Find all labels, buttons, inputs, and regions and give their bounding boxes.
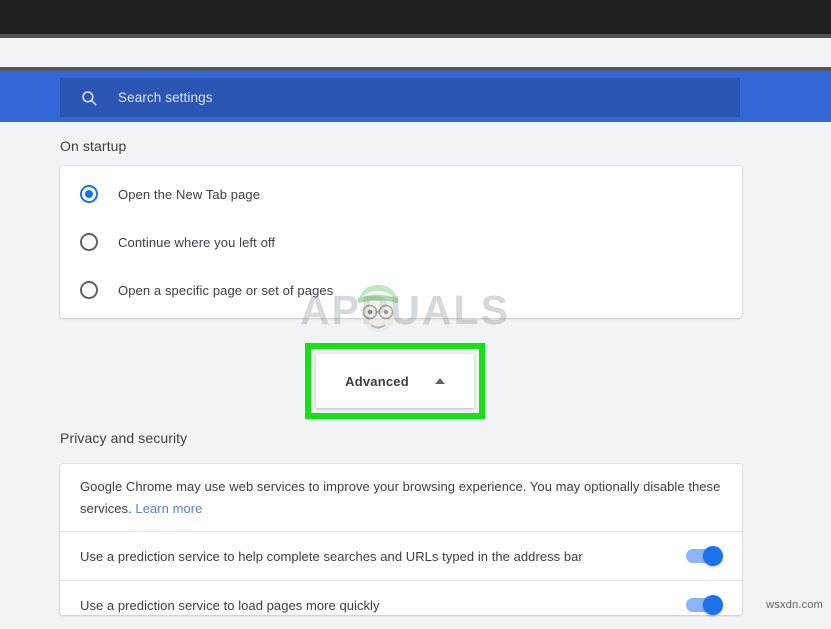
- learn-more-link[interactable]: Learn more: [135, 501, 202, 516]
- section-title-privacy-and-security: Privacy and security: [60, 430, 188, 446]
- advanced-button[interactable]: Advanced: [316, 354, 474, 408]
- search-settings-box[interactable]: Search settings: [60, 78, 740, 117]
- toggle-row-prediction-load-pages[interactable]: Use a prediction service to load pages m…: [60, 581, 742, 629]
- toggle-knob: [703, 595, 723, 615]
- advanced-button-label: Advanced: [345, 373, 409, 389]
- search-input-placeholder[interactable]: Search settings: [118, 90, 213, 105]
- browser-title-bar: [0, 0, 831, 34]
- toggle-knob: [703, 546, 723, 566]
- radio-button-specific-page[interactable]: [80, 281, 98, 299]
- radio-row-continue[interactable]: Continue where you left off: [60, 218, 742, 266]
- chevron-up-icon: [434, 378, 445, 384]
- toggle-switch-prediction-load-pages[interactable]: [686, 595, 723, 615]
- toggle-switch-prediction-address-bar[interactable]: [686, 546, 723, 566]
- privacy-intro-text: Google Chrome may use web services to im…: [80, 476, 722, 520]
- search-icon: [80, 89, 98, 107]
- toggle-label-prediction-address-bar: Use a prediction service to help complet…: [80, 548, 583, 564]
- on-startup-card: Open the New Tab page Continue where you…: [60, 166, 742, 318]
- radio-button-continue[interactable]: [80, 233, 98, 251]
- section-title-on-startup: On startup: [60, 138, 127, 154]
- radio-label-continue: Continue where you left off: [118, 234, 276, 250]
- radio-row-specific-page[interactable]: Open a specific page or set of pages: [60, 266, 742, 314]
- radio-label-specific-page: Open a specific page or set of pages: [118, 282, 334, 298]
- radio-button-new-tab[interactable]: [80, 185, 98, 203]
- browser-toolbar-strip: [0, 38, 831, 67]
- toggle-label-prediction-load-pages: Use a prediction service to load pages m…: [80, 597, 380, 613]
- privacy-and-security-card: Google Chrome may use web services to im…: [60, 464, 742, 615]
- radio-label-new-tab: Open the New Tab page: [118, 186, 261, 202]
- toggle-row-prediction-address-bar[interactable]: Use a prediction service to help complet…: [60, 532, 742, 580]
- radio-row-new-tab[interactable]: Open the New Tab page: [60, 170, 742, 218]
- corner-credit-text: wsxdn.com: [766, 599, 823, 611]
